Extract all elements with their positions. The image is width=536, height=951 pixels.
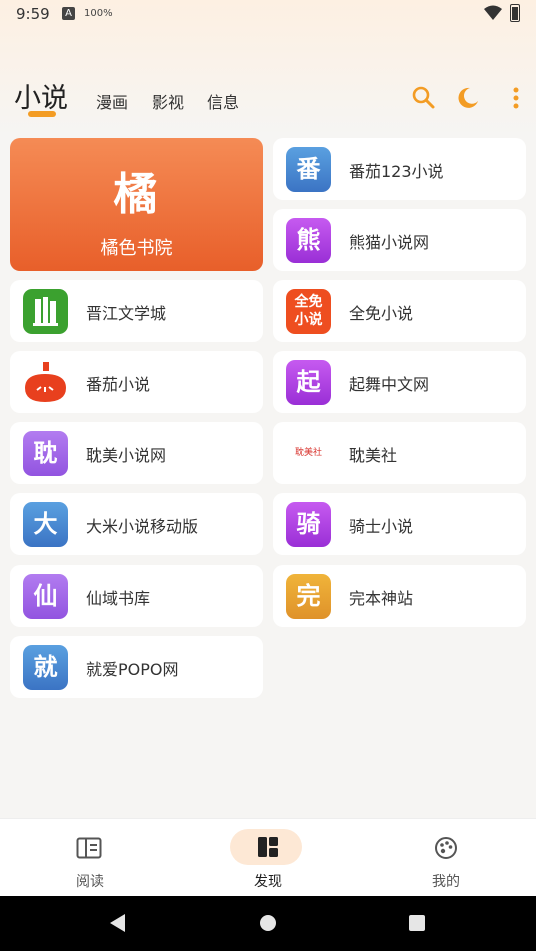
back-icon[interactable] bbox=[108, 913, 126, 933]
source-card[interactable]: 熊 熊猫小说网 bbox=[273, 209, 526, 271]
featured-logo: 橘 bbox=[113, 169, 160, 220]
wifi-icon bbox=[484, 5, 502, 20]
source-card[interactable]: 完 完本神站 bbox=[273, 565, 526, 627]
palette-icon bbox=[435, 837, 457, 859]
source-label: 耽美社 bbox=[349, 446, 398, 465]
source-label: 起舞中文网 bbox=[349, 375, 430, 394]
battery-percent: 100% bbox=[84, 8, 113, 19]
status-time: 9:59 bbox=[16, 5, 50, 23]
source-card[interactable]: 晋江文学城 bbox=[10, 280, 263, 342]
jinjiang-logo-icon bbox=[23, 289, 68, 334]
source-card[interactable]: 仙 仙域书库 bbox=[10, 565, 263, 627]
status-bar: 9:59 A 100% bbox=[0, 0, 536, 28]
nav-read[interactable]: 阅读 bbox=[30, 819, 150, 897]
nav-label: 我的 bbox=[432, 874, 460, 890]
notification-icon: A bbox=[62, 7, 75, 20]
source-card[interactable]: 起 起舞中文网 bbox=[273, 351, 526, 413]
source-card[interactable]: 耽美社 耽美社 bbox=[273, 422, 526, 484]
source-label: 完本神站 bbox=[349, 589, 414, 608]
tab-comic[interactable]: 漫画 bbox=[96, 89, 128, 113]
recents-icon[interactable] bbox=[408, 914, 426, 932]
tab-info[interactable]: 信息 bbox=[207, 89, 239, 113]
bottom-navigation: 阅读 发现 我的 bbox=[0, 818, 536, 897]
source-logo-icon: 仙 bbox=[23, 574, 68, 619]
source-label: 耽美小说网 bbox=[86, 446, 167, 465]
logo-text: 全免小说 bbox=[294, 294, 323, 328]
nav-mine[interactable]: 我的 bbox=[386, 819, 506, 897]
tab-novel[interactable]: 小说 bbox=[14, 76, 68, 115]
featured-label: 橘色书院 bbox=[100, 238, 173, 259]
nav-discover[interactable]: 发现 bbox=[208, 819, 328, 897]
source-logo-icon: 全免小说 bbox=[286, 289, 331, 334]
source-logo-icon: 熊 bbox=[286, 218, 331, 263]
source-logo-icon: 起 bbox=[286, 360, 331, 405]
source-label: 骑士小说 bbox=[349, 517, 414, 536]
source-label: 全免小说 bbox=[349, 304, 414, 323]
source-label: 就爱POPO网 bbox=[86, 660, 179, 679]
source-label: 熊猫小说网 bbox=[349, 233, 430, 252]
source-card[interactable]: 番 番茄123小说 bbox=[273, 138, 526, 200]
source-label: 番茄123小说 bbox=[349, 162, 444, 181]
source-card[interactable]: 全免小说 全免小说 bbox=[273, 280, 526, 342]
battery-icon bbox=[510, 4, 520, 22]
source-label: 番茄小说 bbox=[86, 375, 151, 394]
system-navigation-bar bbox=[0, 896, 536, 951]
tab-video[interactable]: 影视 bbox=[152, 89, 184, 113]
home-icon[interactable] bbox=[259, 914, 277, 932]
source-logo-icon: 骑 bbox=[286, 502, 331, 547]
nav-label: 阅读 bbox=[76, 874, 104, 890]
featured-source-card[interactable]: 橘 橘色书院 bbox=[10, 138, 263, 271]
source-card[interactable]: 就 就爱POPO网 bbox=[10, 636, 263, 698]
book-icon bbox=[76, 837, 102, 859]
source-logo-icon: 耽美社 bbox=[294, 448, 322, 458]
source-logo-icon: 耽 bbox=[23, 431, 68, 476]
source-logo-icon: 大 bbox=[23, 502, 68, 547]
moon-icon[interactable] bbox=[454, 84, 482, 112]
source-label: 仙域书库 bbox=[86, 589, 151, 608]
nav-label: 发现 bbox=[254, 874, 282, 890]
search-icon[interactable] bbox=[410, 84, 438, 112]
source-label: 晋江文学城 bbox=[86, 304, 167, 323]
source-logo-icon: 就 bbox=[23, 645, 68, 690]
source-card[interactable]: 番茄小说 bbox=[10, 351, 263, 413]
more-vert-icon[interactable] bbox=[502, 84, 530, 112]
dashboard-icon bbox=[258, 837, 278, 857]
source-card[interactable]: 大 大米小说移动版 bbox=[10, 493, 263, 555]
tab-indicator bbox=[28, 111, 56, 117]
source-card[interactable]: 骑 骑士小说 bbox=[273, 493, 526, 555]
source-label: 大米小说移动版 bbox=[86, 517, 199, 536]
source-logo-icon: 完 bbox=[286, 574, 331, 619]
source-logo-icon: 番 bbox=[286, 147, 331, 192]
source-card[interactable]: 耽 耽美小说网 bbox=[10, 422, 263, 484]
tomato-logo-icon bbox=[23, 360, 68, 405]
